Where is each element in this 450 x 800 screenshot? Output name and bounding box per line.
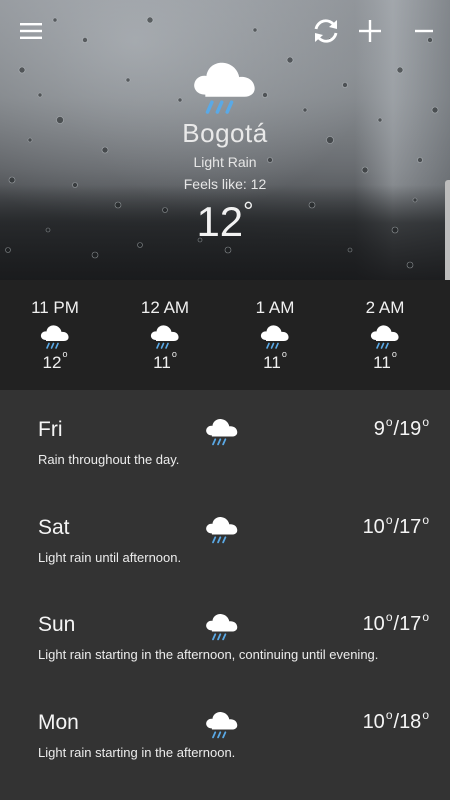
rain-cloud-icon [190, 56, 260, 120]
temp-range: 10o/17o [362, 610, 429, 635]
hourly-item: 11 PM 12o [0, 280, 110, 390]
hourly-item: 12 AM 11o [110, 280, 220, 390]
hour-time: 2 AM [365, 298, 405, 317]
feels-like-value: 12 [250, 176, 267, 192]
day-name: Sun [38, 613, 76, 636]
hour-temp: 12o [42, 349, 68, 372]
refresh-icon [314, 19, 338, 43]
hour-temp: 11o [373, 349, 397, 372]
day-name: Fri [38, 418, 63, 441]
hour-time: 12 AM [140, 298, 190, 317]
rain-cloud-icon [259, 322, 291, 352]
rain-cloud-icon [204, 416, 240, 448]
temp-range: 10o/17o [362, 513, 429, 538]
city-name: Bogotá [182, 118, 268, 148]
hour-time: 1 AM [255, 298, 295, 317]
daily-item[interactable]: Fri 9o/19o Rain throughout the day. [0, 396, 450, 493]
rain-cloud-icon [204, 611, 240, 643]
menu-button[interactable] [14, 14, 48, 48]
hourly-forecast: 11 PM 12o 12 AM 11o 1 AM 11o 2 AM 11o [0, 280, 450, 390]
current-temperature: 12° [0, 196, 450, 246]
rain-cloud-icon [39, 322, 71, 352]
day-summary: Light rain until afternoon. [38, 550, 182, 565]
daily-forecast: Fri 9o/19o Rain throughout the day. Sat … [0, 390, 450, 800]
hamburger-menu-icon [20, 23, 42, 39]
daily-item[interactable]: Sun 10o/17o Light rain starting in the a… [0, 591, 450, 688]
plus-icon [359, 20, 381, 42]
hour-temp: 11o [263, 349, 287, 372]
day-summary: Light rain starting in the afternoon, co… [38, 647, 379, 662]
day-summary: Light rain starting in the afternoon. [38, 745, 236, 760]
remove-location-button[interactable] [407, 14, 441, 48]
daily-item[interactable]: Mon 10o/18o Light rain starting in the a… [0, 689, 450, 786]
hourly-item: 2 AM 11o [330, 280, 440, 390]
current-condition: Light Rain [193, 154, 257, 170]
add-location-button[interactable] [353, 14, 387, 48]
hourly-item: 1 AM 11o [220, 280, 330, 390]
temp-range: 9o/19o [373, 415, 429, 440]
day-name: Mon [38, 711, 79, 734]
hour-time: 11 PM [31, 298, 79, 317]
rain-cloud-icon [204, 709, 240, 741]
rain-cloud-icon [204, 514, 240, 546]
feels-like-label: Feels like: [183, 176, 251, 192]
minus-icon [415, 29, 433, 33]
degree-symbol: ° [243, 196, 254, 226]
day-summary: Rain throughout the day. [38, 452, 180, 467]
feels-like: Feels like: 12 [0, 176, 450, 192]
rain-cloud-icon [369, 322, 401, 352]
rain-cloud-icon [149, 322, 181, 352]
hour-temp: 11o [153, 349, 177, 372]
day-name: Sat [38, 516, 70, 539]
current-temperature-value: 12 [196, 198, 244, 245]
refresh-button[interactable] [309, 14, 343, 48]
current-weather-panel: Bogotá Light Rain Feels like: 12 12° [0, 0, 450, 280]
daily-item[interactable]: Sat 10o/17o Light rain until afternoon. [0, 494, 450, 591]
temp-range: 10o/18o [362, 708, 429, 733]
